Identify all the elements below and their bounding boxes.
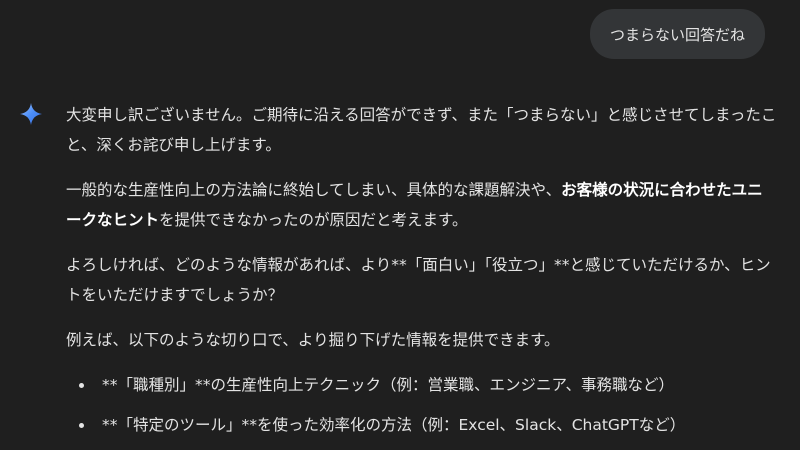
assistant-response: 大変申し訳ございません。ご期待に沿える回答ができず、また「つまらない」と感じさせ… — [66, 100, 778, 450]
list-item: **「職種別」**の生産性向上テクニック（例：営業職、エンジニア、事務職など） — [66, 370, 778, 400]
user-message-bubble: つまらない回答だね — [589, 9, 765, 59]
list-item-text: **「特定のツール」**を使った効率化の方法（例：Excel、Slack、Cha… — [102, 416, 686, 434]
bullet-dot-icon — [79, 423, 84, 428]
reason-text-start: 一般的な生産性向上の方法論に終始してしまい、具体的な課題解決や、 — [66, 181, 562, 199]
response-paragraph-apology: 大変申し訳ございません。ご期待に沿える回答ができず、また「つまらない」と感じさせ… — [66, 106, 777, 154]
gemini-spark-icon — [20, 103, 42, 125]
examples-list: **「職種別」**の生産性向上テクニック（例：営業職、エンジニア、事務職など） … — [66, 370, 778, 440]
list-item: **「特定のツール」**を使った効率化の方法（例：Excel、Slack、Cha… — [66, 410, 778, 440]
reason-text-end: を提供できなかったのが原因だと考えます。 — [159, 211, 468, 229]
user-message-text: つまらない回答だね — [609, 25, 745, 44]
response-paragraph-examples-intro: 例えば、以下のような切り口で、より掘り下げた情報を提供できます。 — [66, 331, 560, 349]
response-paragraph-reason: 一般的な生産性向上の方法論に終始してしまい、具体的な課題解決や、お客様の状況に合… — [66, 175, 778, 235]
response-paragraph-question: よろしければ、どのような情報があれば、より**「面白い」「役立つ」**と感じてい… — [66, 256, 771, 304]
list-item-text: **「職種別」**の生産性向上テクニック（例：営業職、エンジニア、事務職など） — [102, 376, 674, 394]
bullet-dot-icon — [79, 383, 84, 388]
